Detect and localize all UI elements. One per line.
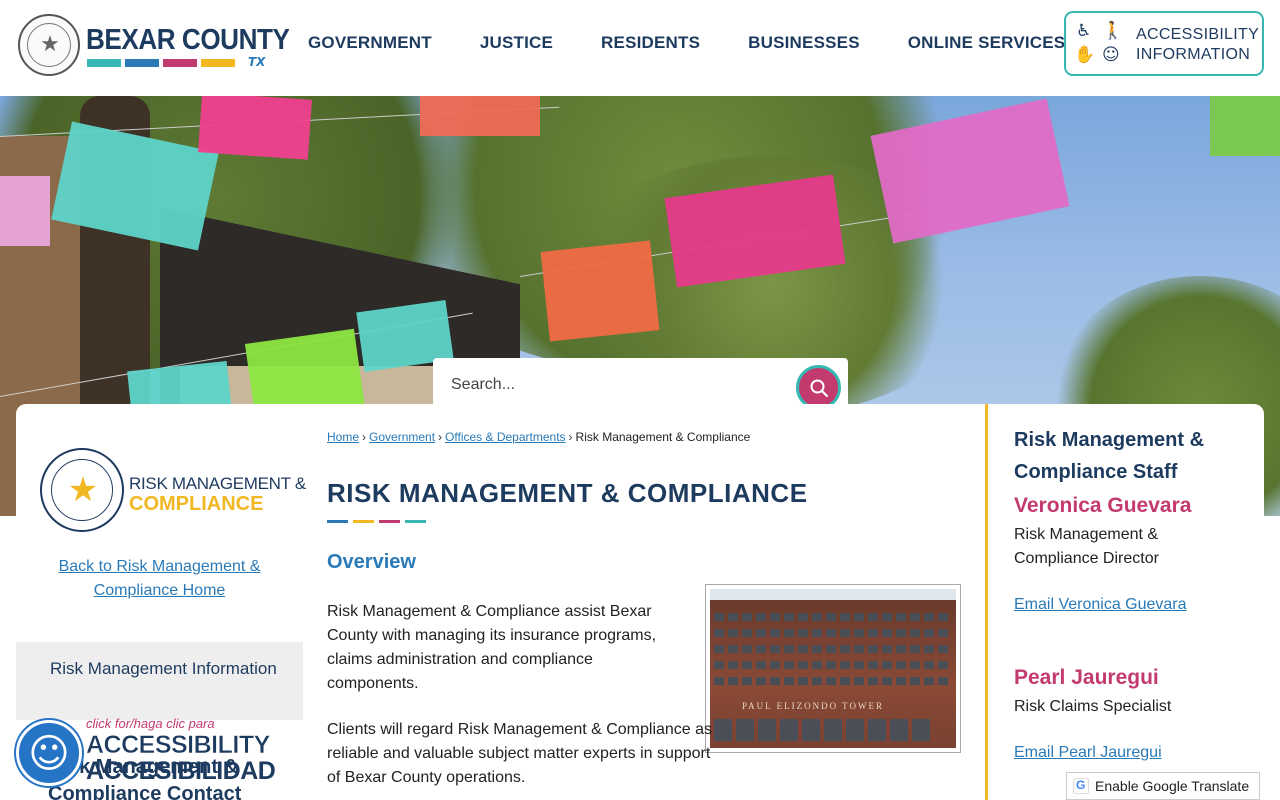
photo-tower-label: PAUL ELIZONDO TOWER: [742, 701, 884, 711]
section-title-overview: Overview: [327, 551, 416, 573]
accessibility-information-button[interactable]: ♿ 🚶 ✋ ☺ ACCESSIBILITY INFORMATION: [1064, 11, 1264, 76]
breadcrumb-government[interactable]: Government: [369, 430, 435, 444]
overview-paragraph-1: Risk Management & Compliance assist Bexa…: [327, 603, 657, 692]
staff-email-link[interactable]: Email Veronica Guevara: [1014, 596, 1187, 614]
accessibility-label-line2: INFORMATION: [1136, 46, 1251, 63]
overview-paragraph-2: Clients will regard Risk Management & Co…: [327, 721, 713, 786]
back-to-department-home-link[interactable]: Back to Risk Management & Compliance Hom…: [36, 555, 283, 603]
staff-role: Risk Claims Specialist: [1014, 698, 1172, 715]
google-translate-button[interactable]: G Enable Google Translate: [1066, 772, 1260, 800]
search-input[interactable]: [451, 376, 791, 394]
breadcrumb-offices-departments[interactable]: Offices & Departments: [445, 430, 566, 444]
nav-residents[interactable]: RESIDENTS: [601, 33, 700, 53]
content-card: ★ RISK MANAGEMENT & COMPLIANCE Back to R…: [16, 404, 1264, 800]
accessibility-label-line1: ACCESSIBILITY: [1136, 26, 1260, 43]
staff-heading: Risk Management & Compliance Staff: [1014, 429, 1205, 483]
paul-elizondo-tower-photo: PAUL ELIZONDO TOWER: [705, 584, 961, 753]
site-header: ★ BEXAR COUNTY TX GOVERNMENT JUSTICE RES…: [0, 0, 1280, 96]
nav-justice[interactable]: JUSTICE: [480, 33, 553, 53]
accessibility-widget-hint: click for/haga clic para: [86, 716, 215, 731]
department-logo-line2: COMPLIANCE: [129, 493, 264, 515]
head-gear-icon: ☺: [1102, 45, 1120, 65]
main-content: Home › Government › Offices & Departments › Ri…: [327, 404, 977, 800]
staff-role: Risk Management & Compliance Director: [1014, 526, 1159, 567]
accessibility-person-icon: ☺: [16, 720, 82, 786]
staff-name: Veronica Guevara: [1014, 494, 1192, 517]
department-seal-icon: ★: [40, 448, 124, 532]
nav-government[interactable]: GOVERNMENT: [308, 33, 432, 53]
accessibility-widget-line2: ACCESIBILIDAD: [86, 757, 276, 785]
logo-suffix: TX: [248, 55, 266, 69]
staff-name: Pearl Jauregui: [1014, 666, 1159, 689]
breadcrumb-home[interactable]: Home: [327, 430, 359, 444]
bexar-county-logo[interactable]: ★ BEXAR COUNTY TX: [18, 14, 290, 80]
department-logo[interactable]: ★ RISK MANAGEMENT & COMPLIANCE: [40, 448, 306, 532]
accessibility-widget-button[interactable]: ☺ click for/haga clic para ACCESSIBILITY…: [16, 716, 276, 796]
logo-wordmark: BEXAR COUNTY: [86, 24, 290, 56]
logo-color-bars: [87, 59, 235, 67]
staff-email-link[interactable]: Email Pearl Jauregui: [1014, 744, 1162, 762]
main-nav: GOVERNMENT JUSTICE RESIDENTS BUSINESSES …: [308, 33, 1113, 53]
nav-online-services[interactable]: ONLINE SERVICES: [908, 33, 1066, 53]
staff-sidebar: Risk Management & Compliance Staff Veron…: [985, 404, 1264, 800]
sidebar-item-risk-management-information[interactable]: Risk Management Information: [16, 642, 303, 720]
accessibility-icons: ♿ 🚶 ✋ ☺: [1074, 21, 1124, 67]
sign-language-icon: ✋: [1074, 45, 1096, 65]
google-translate-icon: G: [1073, 778, 1089, 794]
department-logo-line1: RISK MANAGEMENT &: [129, 474, 306, 493]
breadcrumb-current: Risk Management & Compliance: [575, 430, 751, 444]
breadcrumb: Home › Government › Offices & Departments › Ri…: [327, 430, 751, 444]
left-sidebar: ★ RISK MANAGEMENT & COMPLIANCE Back to R…: [16, 404, 306, 800]
accessibility-widget-line1: ACCESSIBILITY: [86, 731, 271, 760]
nav-businesses[interactable]: BUSINESSES: [748, 33, 860, 53]
wheelchair-icon: ♿: [1076, 21, 1092, 41]
county-seal: ★: [18, 14, 80, 76]
page-title: RISK MANAGEMENT & COMPLIANCE: [327, 478, 808, 508]
title-color-bars: [327, 520, 426, 523]
walking-cane-icon: 🚶: [1102, 21, 1124, 41]
search-icon: [810, 379, 828, 397]
google-translate-label: Enable Google Translate: [1095, 778, 1250, 794]
